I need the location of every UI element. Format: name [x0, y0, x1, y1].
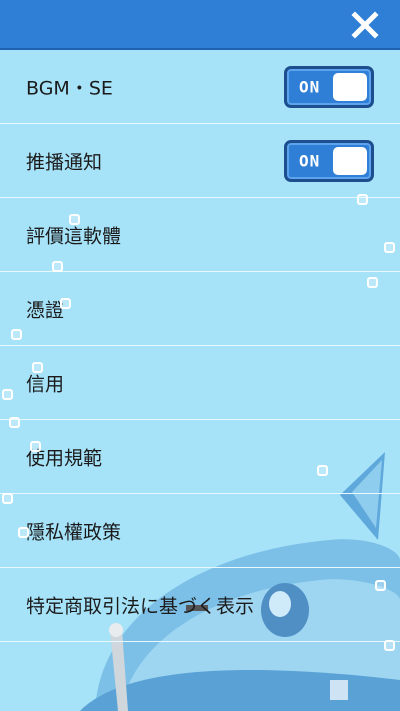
bubble-decoration [18, 527, 29, 538]
bubble-decoration [60, 298, 71, 309]
bubble-decoration [2, 389, 13, 400]
bubble-decoration [375, 580, 386, 591]
bubble-decoration [2, 493, 13, 504]
toggle-knob [333, 146, 367, 175]
menu-item-terms[interactable]: 使用規範 [0, 420, 400, 494]
close-icon[interactable] [350, 10, 380, 40]
setting-row-bgm: BGM・SE ON [0, 50, 400, 124]
menu-item-privacy[interactable]: 隱私權政策 [0, 494, 400, 568]
top-bar [0, 0, 400, 50]
bgm-se-label: BGM・SE [26, 77, 113, 99]
rate-app-label: 評價這軟體 [26, 225, 122, 247]
settings-menu: BGM・SE ON 推播通知 ON 評價這軟體 憑證 信用 使用規範 隱私權政策… [0, 50, 400, 642]
credits-label: 信用 [26, 373, 65, 395]
bubble-decoration [11, 329, 22, 340]
notifications-label: 推播通知 [26, 151, 103, 173]
privacy-label: 隱私權政策 [26, 521, 122, 543]
bgm-se-toggle-state: ON [299, 77, 321, 96]
legal-notice-label: 特定商取引法に基づく表示 [26, 595, 255, 617]
bubble-decoration [32, 362, 43, 373]
bubble-decoration [384, 242, 395, 253]
bubble-decoration [317, 465, 328, 476]
bubble-decoration [30, 441, 41, 452]
toggle-knob [333, 72, 367, 101]
notifications-toggle[interactable]: ON [284, 139, 374, 182]
notifications-toggle-state: ON [299, 151, 321, 170]
menu-item-credits[interactable]: 信用 [0, 346, 400, 420]
menu-item-legal-notice[interactable]: 特定商取引法に基づく表示 [0, 568, 400, 642]
menu-item-licenses[interactable]: 憑證 [0, 272, 400, 346]
bubble-decoration [69, 214, 80, 225]
bubble-decoration [52, 261, 63, 272]
bubble-decoration [384, 640, 395, 651]
licenses-label: 憑證 [26, 299, 65, 321]
bubble-decoration [357, 194, 368, 205]
bgm-se-toggle[interactable]: ON [284, 65, 374, 108]
setting-row-notifications: 推播通知 ON [0, 124, 400, 198]
bubble-decoration [9, 417, 20, 428]
bubble-decoration [367, 277, 378, 288]
